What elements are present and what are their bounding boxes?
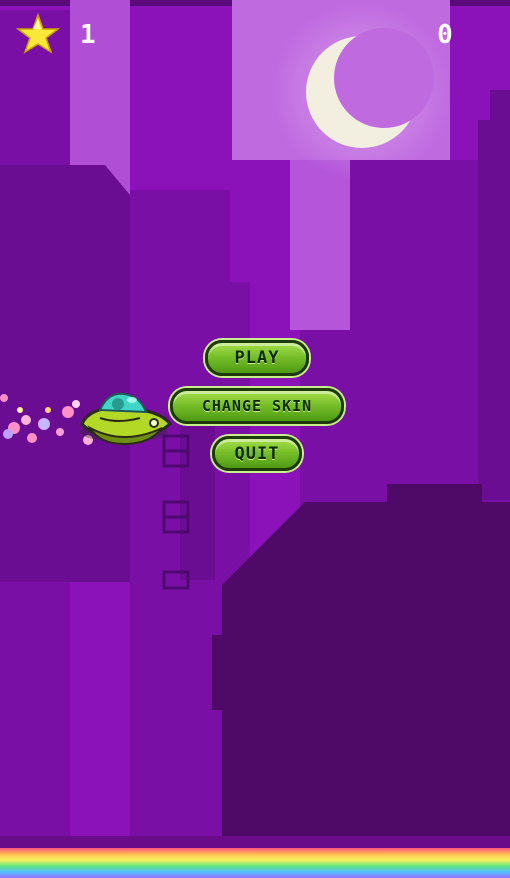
change-skin-button[interactable]: CHANGE SKIN: [170, 388, 344, 424]
play-button[interactable]: PLAY: [205, 340, 309, 376]
quit-button[interactable]: QUIT: [212, 436, 302, 471]
stars-collected-count: 1: [80, 20, 96, 50]
score-counter: 0: [437, 20, 453, 50]
ground-shadow: [0, 836, 510, 848]
